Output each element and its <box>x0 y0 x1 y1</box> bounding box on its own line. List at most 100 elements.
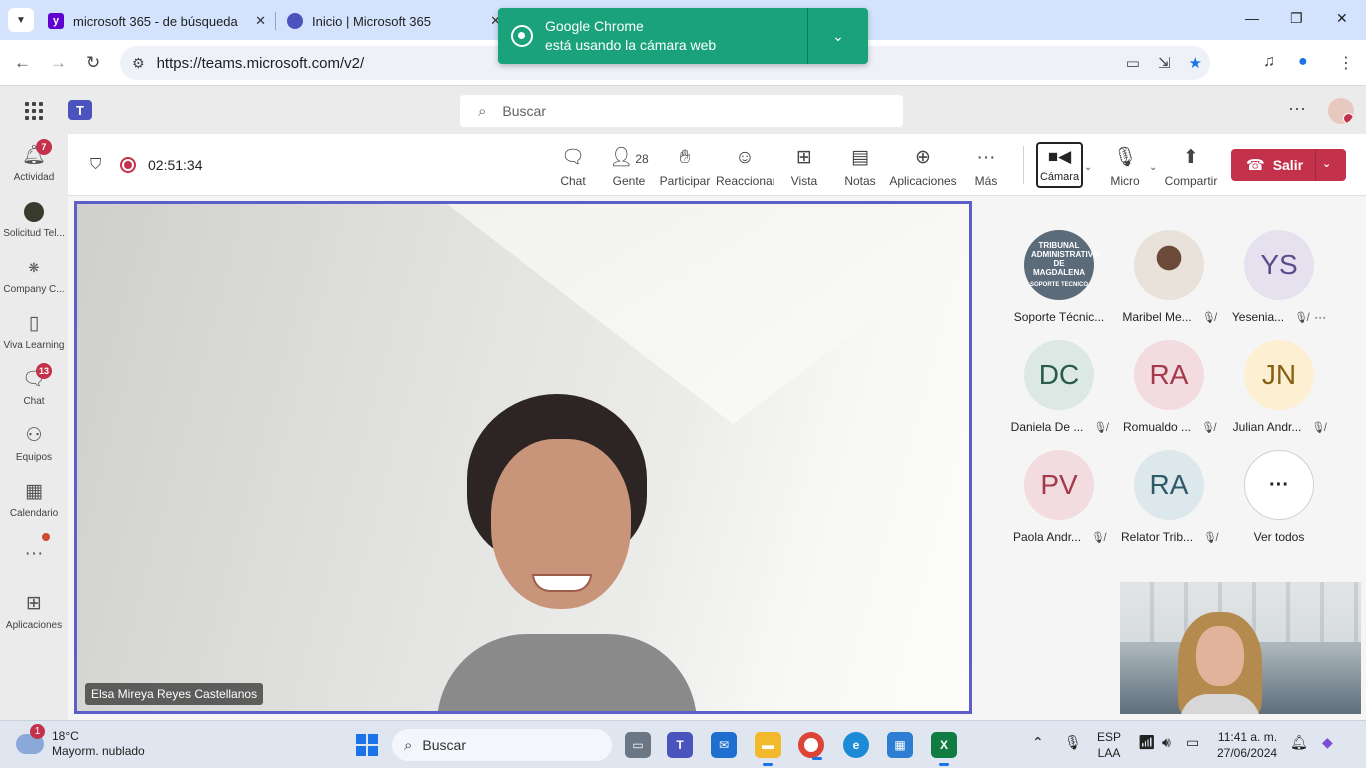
chevron-down-icon[interactable]: ⌄ <box>808 28 868 45</box>
rail-item-aplicaciones[interactable]: ⊞ Aplicaciones <box>0 592 68 631</box>
apps-button[interactable]: ⊕ Aplicaciones <box>888 146 958 188</box>
start-button[interactable] <box>356 734 378 756</box>
participant-name: Romualdo ... <box>1122 420 1192 434</box>
notifications-bell-icon[interactable]: 🔔︎ <box>1290 734 1308 751</box>
rail-item-viva-learning[interactable]: ▯ Viva Learning <box>0 312 68 351</box>
activity-badge: 7 <box>35 139 52 155</box>
user-avatar[interactable] <box>1328 98 1354 124</box>
browser-tab-2[interactable]: Inicio | Microsoft 365 ✕ <box>287 6 507 36</box>
wifi-icon[interactable]: 📶︎ <box>1138 734 1156 751</box>
microphone-icon[interactable]: 🎙︎ <box>1064 734 1082 751</box>
rail-item-equipos[interactable]: ⚇ Equipos <box>0 424 68 463</box>
rail-item-chat[interactable]: 🗨︎ 13 Chat <box>0 363 68 407</box>
left-rail: 🔔︎ 7 Actividad Solicitud Tel... ❋ Company… <box>0 134 68 720</box>
rail-item-company[interactable]: ❋ Company C... <box>0 256 68 295</box>
camera-options-chevron-icon[interactable]: ⌄ <box>1084 162 1092 173</box>
participant-name: Paola Andr... <box>1012 530 1082 544</box>
participant-tile[interactable]: Maribel Me... 🎙︎̸ <box>1119 230 1219 324</box>
rail-item-actividad[interactable]: 🔔︎ 7 Actividad <box>0 139 68 183</box>
rail-item-solicitud[interactable]: Solicitud Tel... <box>0 200 68 239</box>
participant-tile[interactable]: JN Julian Andr... 🎙︎̸ <box>1229 340 1329 434</box>
tab-search-menu[interactable]: ▼ <box>8 8 34 32</box>
rail-item-calendario[interactable]: ▦ Calendario <box>0 480 68 519</box>
notes-button[interactable]: ▤ Notas <box>831 146 889 188</box>
weather-desc: Mayorm. nublado <box>52 744 145 758</box>
search-placeholder: Buscar <box>502 103 546 119</box>
bookmark-star-icon[interactable]: ★ <box>1189 54 1202 72</box>
forward-icon[interactable]: → <box>50 53 67 73</box>
view-button[interactable]: ⊞ Vista <box>775 146 833 188</box>
volume-icon[interactable]: 🔊︎ <box>1162 734 1171 751</box>
mail-icon[interactable]: ✉ <box>711 732 737 758</box>
popup-message: está usando la cámara web <box>545 37 717 53</box>
taskbar-search[interactable]: ⌕ Buscar <box>392 729 612 761</box>
close-tab-icon[interactable]: ✕ <box>255 13 266 29</box>
chrome-icon[interactable] <box>798 732 824 760</box>
edge-icon[interactable]: e <box>843 732 869 758</box>
participant-tile[interactable]: YS Yesenia... 🎙︎̸ ··· <box>1229 230 1329 324</box>
camera-button[interactable]: ■◀ Cámara <box>1036 142 1083 188</box>
install-app-icon[interactable]: ⇲ <box>1158 54 1171 72</box>
back-icon[interactable]: ← <box>14 53 31 73</box>
profile-icon[interactable]: ● <box>1298 53 1308 71</box>
more-options-icon[interactable]: ··· <box>1288 98 1306 119</box>
close-window-icon[interactable]: ✕ <box>1336 10 1348 27</box>
tab-title: microsoft 365 - de búsqueda <box>73 13 238 29</box>
store-icon[interactable]: ▦ <box>887 732 913 758</box>
webcam-icon <box>511 25 533 47</box>
media-control-icon[interactable]: ♫ <box>1263 53 1275 71</box>
leave-options-chevron-icon[interactable]: ⌄ <box>1322 157 1331 170</box>
mic-button[interactable]: 🎙︎ Micro <box>1096 146 1154 188</box>
teams-icon: ⚇ <box>25 425 43 446</box>
rail-label: Calendario <box>9 508 59 519</box>
camera-label: Cámara <box>1039 171 1080 183</box>
participant-avatar: JN <box>1244 340 1314 410</box>
chat-button[interactable]: 🗨︎ Chat <box>544 146 602 188</box>
self-view-video[interactable] <box>1120 582 1361 714</box>
participant-tile[interactable]: TRIBUNAL ADMINISTRATIVO DE MAGDALENA SOP… <box>1009 230 1109 324</box>
show-hidden-icons-icon[interactable]: ⌃ <box>1032 734 1044 751</box>
more-button[interactable]: ··· Más <box>957 146 1015 188</box>
main-speaker-video[interactable]: Elsa Mireya Reyes Castellanos <box>74 201 972 714</box>
participant-tile[interactable]: PV Paola Andr... 🎙︎̸ <box>1009 450 1109 544</box>
participant-name: Daniela De ... <box>1010 420 1084 434</box>
participant-tile[interactable]: RA Relator Trib... 🎙︎̸ <box>1119 450 1219 544</box>
file-explorer-icon[interactable]: ▬ <box>755 732 781 766</box>
system-clock[interactable]: 11:41 a. m. 27/06/2024 <box>1217 729 1277 761</box>
shield-icon[interactable]: ⛉ <box>90 156 101 173</box>
weather-widget[interactable]: 1 18°C Mayorm. nublado <box>16 724 145 759</box>
clock-date: 27/06/2024 <box>1217 746 1278 760</box>
see-all-participants-button[interactable]: ··· Ver todos <box>1229 450 1329 544</box>
weather-temp: 18°C <box>52 729 79 743</box>
excel-icon[interactable]: X <box>931 732 957 766</box>
site-info-icon[interactable]: ⚙ <box>132 55 145 72</box>
input-language[interactable]: ESP LAA <box>1097 729 1121 761</box>
restore-icon[interactable]: ❐ <box>1290 10 1303 27</box>
taskbar-search-placeholder: Buscar <box>422 737 466 753</box>
copilot-icon[interactable]: ◆ <box>1322 734 1333 751</box>
rail-more[interactable]: ··· <box>0 542 68 566</box>
more-icon: ··· <box>1244 450 1314 520</box>
add-apps-icon: ⊞ <box>26 593 42 614</box>
participant-name: Maribel Me... <box>1122 310 1192 324</box>
more-icon[interactable]: ··· <box>1314 310 1326 324</box>
browser-menu-icon[interactable]: ⋮ <box>1338 53 1354 73</box>
participant-tile[interactable]: RA Romualdo ... 🎙︎̸ <box>1119 340 1219 434</box>
camera-indicator-icon[interactable]: ▭ <box>1126 54 1140 72</box>
see-all-label: Ver todos <box>1253 530 1305 544</box>
mic-options-chevron-icon[interactable]: ⌄ <box>1149 162 1157 173</box>
app-launcher-icon[interactable] <box>25 102 43 120</box>
people-button[interactable]: 👤︎ 28 Gente <box>600 146 658 188</box>
battery-icon[interactable]: ▭ <box>1186 734 1199 751</box>
teams-app-icon[interactable]: T <box>667 732 693 758</box>
task-view-icon[interactable]: ▭ <box>625 732 651 758</box>
teams-search-input[interactable]: ⌕ Buscar <box>460 95 903 127</box>
leave-button[interactable]: ☎ Salir ⌄ <box>1231 149 1346 181</box>
reload-icon[interactable]: ↻ <box>86 53 100 73</box>
react-button[interactable]: ☺ Reaccionar <box>716 146 774 188</box>
minimize-icon[interactable]: — <box>1245 10 1259 26</box>
raise-hand-button[interactable]: ✋︎ Participar <box>656 146 714 188</box>
participant-tile[interactable]: DC Daniela De ... 🎙︎̸ <box>1009 340 1109 434</box>
browser-tab-1[interactable]: y microsoft 365 - de búsqueda ✕ <box>48 6 272 36</box>
share-button[interactable]: ⬆ Compartir <box>1160 146 1222 188</box>
